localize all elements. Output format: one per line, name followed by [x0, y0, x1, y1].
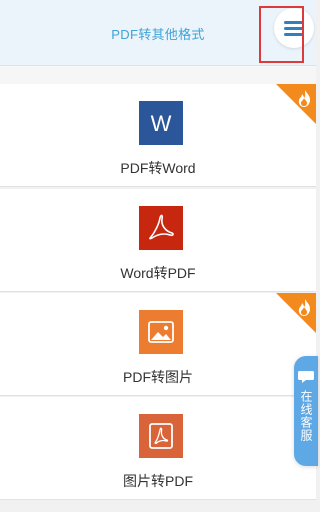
card-label: PDF转Word	[120, 160, 196, 176]
spacer	[0, 66, 316, 84]
menu-highlight-box	[259, 6, 304, 63]
convert-pdf-to-word[interactable]: W PDF转Word	[0, 84, 316, 187]
convert-pdf-to-image[interactable]: PDF转图片	[0, 293, 316, 396]
pdf-icon	[139, 206, 183, 250]
chat-icon	[298, 371, 314, 383]
word-icon: W	[139, 101, 183, 145]
convert-word-to-pdf[interactable]: Word转PDF	[0, 189, 316, 292]
convert-image-to-pdf[interactable]: 图片转PDF	[0, 397, 316, 500]
card-label: PDF转图片	[123, 369, 193, 385]
image-to-pdf-icon	[139, 414, 183, 458]
top-bar: PDF转其他格式	[0, 0, 316, 66]
svg-text:W: W	[151, 111, 172, 136]
online-service-button[interactable]: 在线客服	[294, 356, 318, 466]
hot-flame-icon	[276, 293, 316, 333]
card-label: 图片转PDF	[123, 473, 193, 489]
online-service-label: 在线客服	[299, 390, 313, 442]
hot-flame-icon	[276, 84, 316, 124]
image-icon	[139, 310, 183, 354]
card-label: Word转PDF	[120, 265, 196, 281]
